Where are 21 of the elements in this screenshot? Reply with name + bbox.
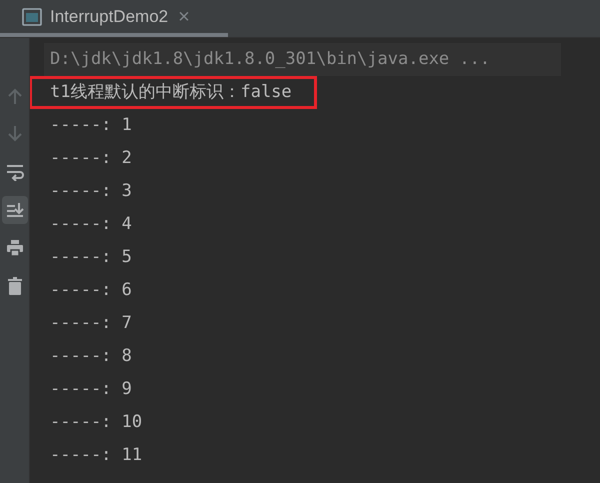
console-output-line: -----: 8 [49,344,132,368]
console-window-icon [22,8,42,26]
up-arrow-icon [6,87,24,105]
console-output-line: -----: 7 [49,312,132,335]
console-output-line: -----: 9 [49,378,132,401]
console-output-line: -----: 11 [49,444,142,467]
console-output-line: -----: 1 [49,114,132,137]
scroll-to-end-icon [6,201,24,219]
console-output-line: -----: 10 [49,410,142,434]
console-output-line: -----: 2 [49,146,132,170]
console-output-line: -----: 4 [49,212,132,236]
tab-title: InterruptDemo2 [50,6,168,28]
console-output-line: -----: 3 [49,180,132,203]
console-output-line: -----: 5 [49,246,132,269]
close-tab-button[interactable]: × [178,2,190,32]
trash-icon [6,277,24,295]
soft-wrap-icon [6,163,24,181]
console-output-line: -----: 6 [49,278,132,302]
scroll-to-end-button[interactable] [2,196,28,224]
printer-icon [6,239,24,257]
down-arrow-icon [6,125,24,143]
